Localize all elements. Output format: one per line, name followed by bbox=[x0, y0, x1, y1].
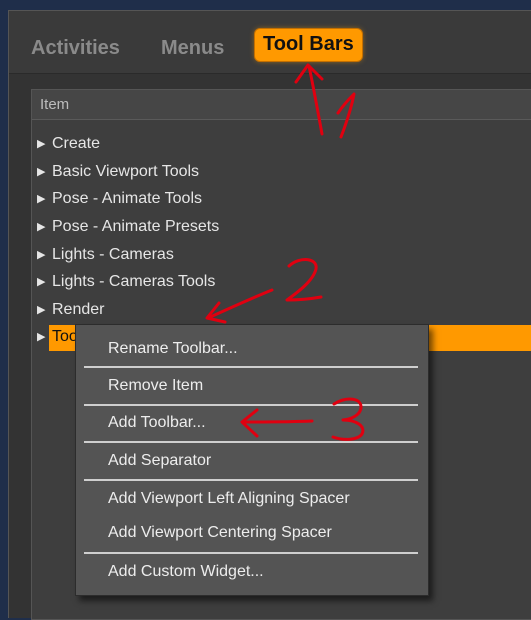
tree-expand-arrow-icon[interactable]: ▶ bbox=[37, 275, 45, 288]
tree-item-lights-cameras-tools[interactable]: ▶ Lights - Cameras Tools bbox=[37, 272, 531, 296]
tree-item-label: Basic Viewport Tools bbox=[52, 163, 200, 180]
menu-item-remove-item[interactable]: Remove Item bbox=[108, 377, 203, 395]
tree-item-label: Lights - Cameras bbox=[52, 246, 174, 263]
tree-expand-arrow-icon[interactable]: ▶ bbox=[37, 220, 45, 233]
tree-item-label: Pose - Animate Presets bbox=[52, 218, 220, 235]
tree-expand-arrow-icon[interactable]: ▶ bbox=[37, 192, 45, 205]
menu-separator bbox=[84, 366, 418, 368]
tree-item-label: Create bbox=[52, 135, 101, 152]
tab-tool-bars[interactable]: Tool Bars bbox=[255, 29, 362, 61]
tree-item-create[interactable]: ▶ Create bbox=[37, 134, 531, 158]
tree-expand-arrow-icon[interactable]: ▶ bbox=[37, 165, 45, 178]
tree-item-label: Render bbox=[52, 301, 105, 318]
tab-bar: Activities Menus Tool Bars bbox=[9, 11, 531, 74]
menu-separator bbox=[84, 441, 418, 443]
tree-expand-arrow-icon[interactable]: ▶ bbox=[37, 330, 45, 343]
menu-item-rename-toolbar[interactable]: Rename Toolbar... bbox=[108, 340, 238, 358]
tree-expand-arrow-icon[interactable]: ▶ bbox=[37, 303, 45, 316]
menu-item-add-left-aligning-spacer[interactable]: Add Viewport Left Aligning Spacer bbox=[108, 490, 350, 508]
column-header-label: Item bbox=[40, 96, 70, 113]
menu-item-add-toolbar[interactable]: Add Toolbar... bbox=[108, 414, 206, 432]
column-header[interactable]: Item bbox=[32, 90, 531, 120]
context-menu: Rename Toolbar... Remove Item Add Toolba… bbox=[75, 324, 429, 596]
tree-item-label: Pose - Animate Tools bbox=[52, 190, 203, 207]
menu-item-add-centering-spacer[interactable]: Add Viewport Centering Spacer bbox=[108, 524, 332, 542]
tree-item-label: Too bbox=[52, 328, 78, 345]
menu-separator bbox=[84, 479, 418, 481]
tree-item-pose-animate-tools[interactable]: ▶ Pose - Animate Tools bbox=[37, 189, 531, 213]
menu-separator bbox=[84, 404, 418, 406]
menu-item-add-separator[interactable]: Add Separator bbox=[108, 452, 211, 470]
tree-item-pose-animate-presets[interactable]: ▶ Pose - Animate Presets bbox=[37, 217, 531, 241]
tree-item-render[interactable]: ▶ Render bbox=[37, 300, 531, 324]
tree-expand-arrow-icon[interactable]: ▶ bbox=[37, 248, 45, 261]
menu-separator bbox=[84, 552, 418, 554]
tree-item-label: Lights - Cameras Tools bbox=[52, 273, 216, 290]
tree-expand-arrow-icon[interactable]: ▶ bbox=[37, 137, 45, 150]
tree-item-lights-cameras[interactable]: ▶ Lights - Cameras bbox=[37, 245, 531, 269]
menu-item-add-custom-widget[interactable]: Add Custom Widget... bbox=[108, 563, 264, 581]
tab-activities[interactable]: Activities bbox=[31, 37, 120, 60]
tree-item-basic-viewport-tools[interactable]: ▶ Basic Viewport Tools bbox=[37, 162, 531, 186]
tab-menus[interactable]: Menus bbox=[161, 37, 224, 60]
